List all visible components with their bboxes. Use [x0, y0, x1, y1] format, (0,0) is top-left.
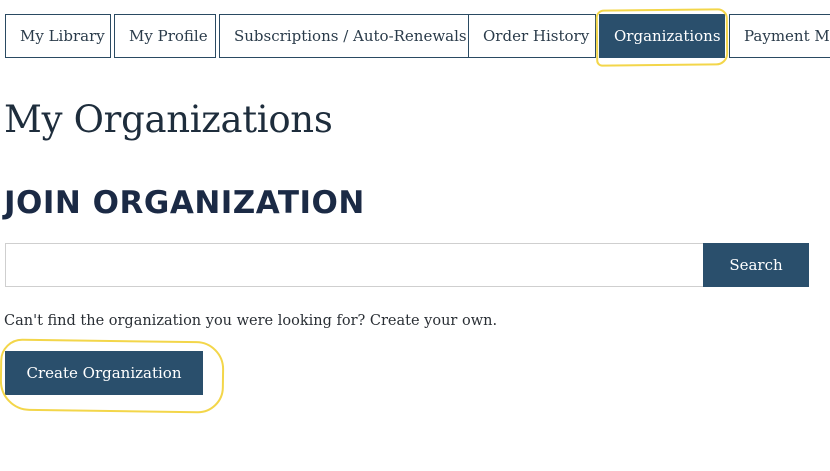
create-organization-button[interactable]: Create Organization — [5, 351, 203, 395]
search-button[interactable]: Search — [703, 243, 809, 287]
join-organization-heading: JOIN ORGANIZATION — [4, 185, 365, 221]
tab-subscriptions[interactable]: Subscriptions / Auto-Renewals — [219, 14, 469, 58]
tab-my-profile[interactable]: My Profile — [114, 14, 216, 58]
organization-search-input[interactable] — [5, 243, 703, 287]
tab-organizations[interactable]: Organizations — [599, 14, 725, 58]
tab-order-history[interactable]: Order History — [468, 14, 596, 58]
page-title: My Organizations — [4, 98, 333, 141]
tab-payment-methods[interactable]: Payment Me — [729, 14, 830, 58]
create-organization-hint: Can't find the organization you were loo… — [4, 313, 498, 329]
tab-my-library[interactable]: My Library — [5, 14, 111, 58]
account-tabs: My Library My Profile Subscriptions / Au… — [5, 14, 830, 60]
